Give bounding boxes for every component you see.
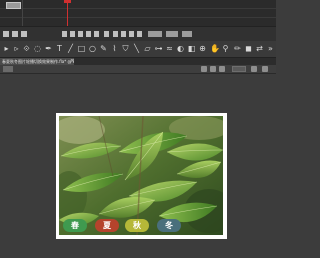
onion-outline-icon[interactable] bbox=[121, 31, 126, 37]
first-frame-icon[interactable] bbox=[62, 31, 67, 37]
rectangle-icon[interactable]: □ bbox=[77, 44, 86, 53]
clip-content-icon[interactable] bbox=[210, 66, 216, 72]
elapsed-time bbox=[182, 31, 192, 37]
new-layer-icon[interactable] bbox=[3, 31, 9, 37]
fps-readout bbox=[166, 31, 178, 37]
leaves-image bbox=[59, 116, 223, 235]
playhead[interactable] bbox=[67, 0, 68, 26]
step-forward-icon[interactable] bbox=[86, 31, 91, 37]
timeline-controls bbox=[0, 26, 276, 42]
zoom-dropdown[interactable] bbox=[232, 66, 246, 72]
last-frame-icon[interactable] bbox=[94, 31, 99, 37]
more-tools-icon[interactable]: » bbox=[266, 44, 275, 53]
brush-icon[interactable]: ⌇ bbox=[110, 44, 119, 53]
scene-icon[interactable] bbox=[3, 66, 13, 72]
eyedropper-icon[interactable]: ╲ bbox=[132, 44, 141, 53]
center-stage-icon[interactable] bbox=[201, 66, 207, 72]
zoom-icon[interactable]: ⚲ bbox=[221, 44, 230, 53]
season-button-winter[interactable]: 冬 bbox=[157, 219, 181, 232]
frame-counter bbox=[148, 31, 162, 37]
pencil-icon[interactable]: ✎ bbox=[99, 44, 108, 53]
tools-bar: ▸ ▹ ⟐ ◌ ✒ T ╱ □ ○ ✎ ⌇ ⛉ ╲ ▱ ⊶ ≈ ◐ ◧ ⊕ ✋ … bbox=[0, 41, 276, 58]
loop-icon[interactable] bbox=[104, 31, 109, 37]
text-icon[interactable]: T bbox=[55, 44, 64, 53]
onion-skin-icon[interactable] bbox=[113, 31, 118, 37]
stage-settings-icon[interactable] bbox=[262, 66, 268, 72]
step-back-icon[interactable] bbox=[70, 31, 75, 37]
onion-markers-icon[interactable] bbox=[137, 31, 142, 37]
subselection-icon[interactable]: ▹ bbox=[12, 44, 21, 53]
delete-layer-icon[interactable] bbox=[21, 31, 27, 37]
free-transform-icon[interactable]: ⟐ bbox=[22, 44, 31, 53]
selection-icon[interactable]: ▸ bbox=[2, 44, 11, 53]
tea-leaves-photo[interactable] bbox=[59, 116, 223, 235]
season-button-spring[interactable]: 春 bbox=[63, 219, 87, 232]
fill-color-icon[interactable]: ◼ bbox=[244, 44, 253, 53]
edit-multiple-frames-icon[interactable] bbox=[129, 31, 134, 37]
edit-bar bbox=[0, 65, 276, 74]
timeline-layer-block[interactable] bbox=[6, 2, 21, 9]
season-button-summer[interactable]: 夏 bbox=[95, 219, 119, 232]
bone-icon[interactable]: ⊶ bbox=[154, 44, 163, 53]
new-folder-icon[interactable] bbox=[12, 31, 18, 37]
camera-icon[interactable]: ◧ bbox=[187, 44, 196, 53]
ink-bottle-icon[interactable]: ◐ bbox=[176, 44, 185, 53]
oval-icon[interactable]: ○ bbox=[88, 44, 97, 53]
eraser-icon[interactable]: ▱ bbox=[143, 44, 152, 53]
timeline-panel[interactable] bbox=[0, 0, 276, 26]
stage-rotate-icon[interactable] bbox=[251, 66, 257, 72]
close-icon[interactable]: × bbox=[70, 58, 74, 65]
stroke-color-icon[interactable]: ✏ bbox=[233, 44, 242, 53]
lasso-icon[interactable]: ◌ bbox=[33, 44, 42, 53]
width-tool-icon[interactable]: ≈ bbox=[165, 44, 174, 53]
swap-colors-icon[interactable]: ⇄ bbox=[255, 44, 264, 53]
line-icon[interactable]: ╱ bbox=[66, 44, 75, 53]
3d-rotation-icon[interactable]: ⊕ bbox=[198, 44, 207, 53]
hand-icon[interactable]: ✋ bbox=[210, 44, 220, 53]
pen-icon[interactable]: ✒ bbox=[44, 44, 53, 53]
season-button-autumn[interactable]: 秋 bbox=[125, 219, 149, 232]
play-icon[interactable] bbox=[78, 31, 83, 37]
edit-symbols-icon[interactable] bbox=[219, 66, 225, 72]
paint-bucket-icon[interactable]: ⛉ bbox=[121, 44, 130, 53]
document-tab[interactable]: 春夏秋冬图片轮播切换效果制作.fla* @ 85% [动画] bbox=[0, 58, 74, 65]
